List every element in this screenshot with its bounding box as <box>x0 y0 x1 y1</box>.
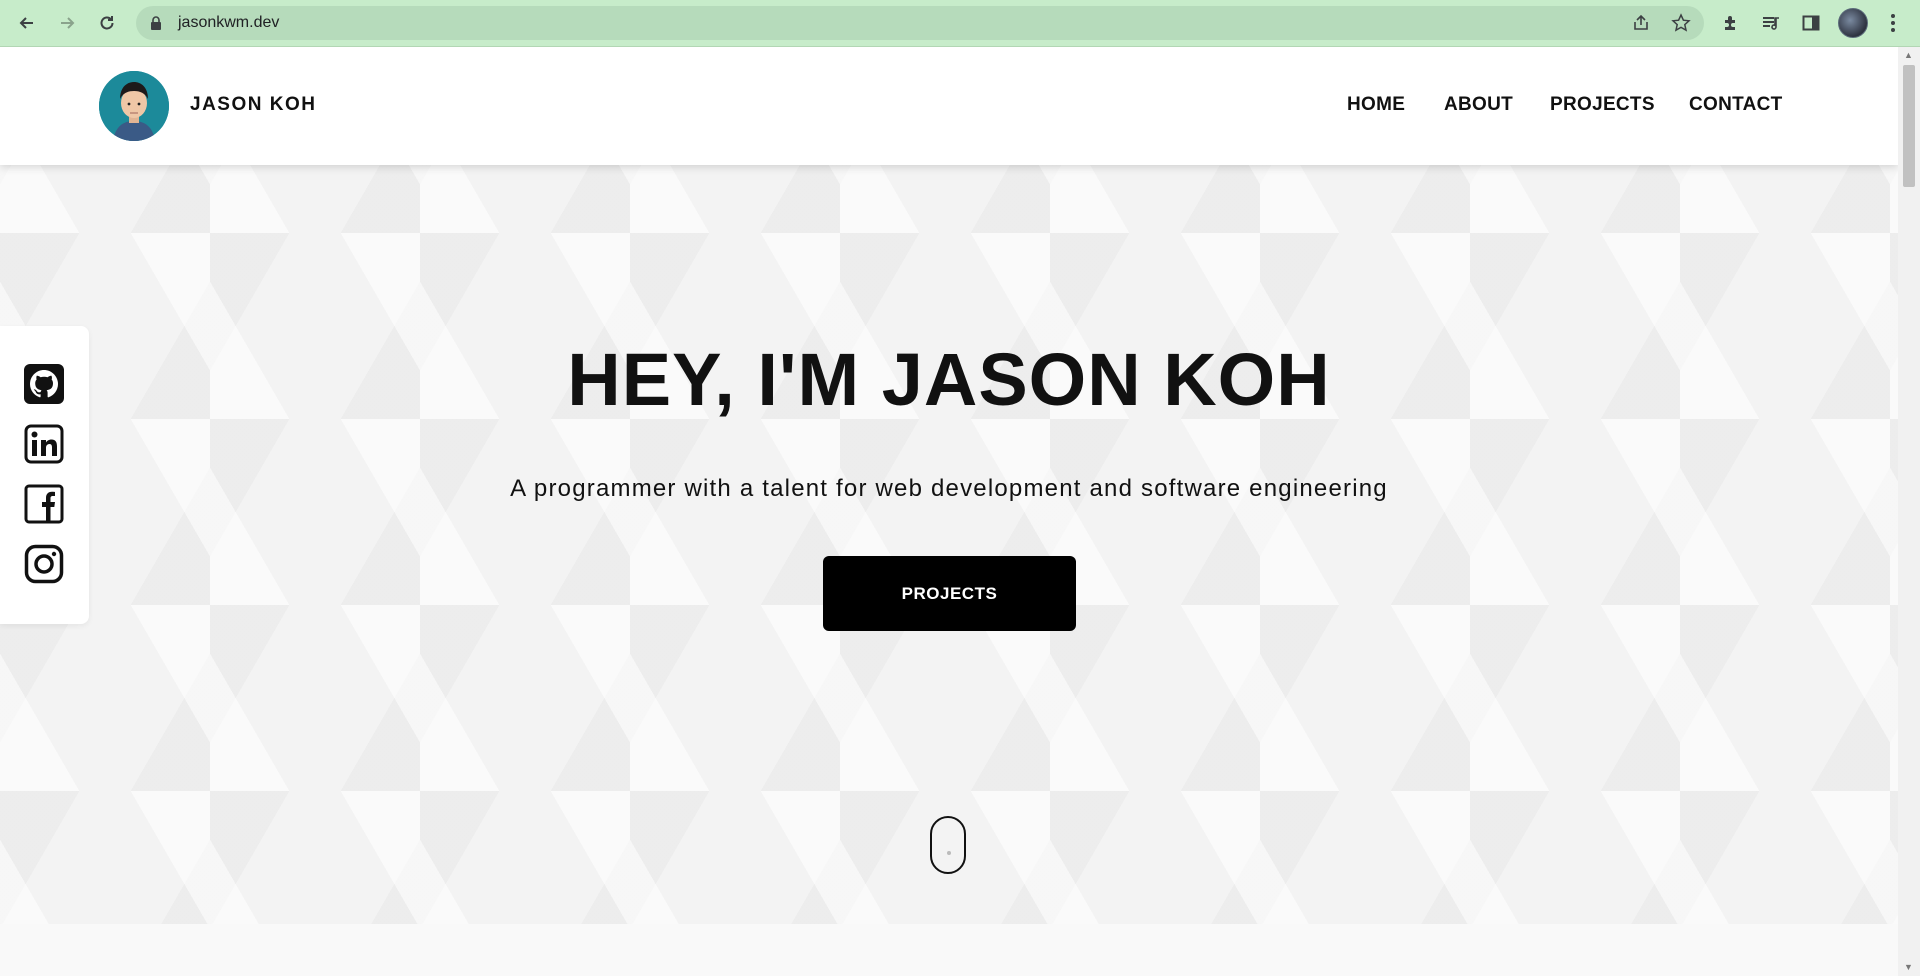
profile-avatar[interactable] <box>1838 8 1868 38</box>
browser-toolbar: jasonkwm.dev <box>0 0 1920 47</box>
scroll-wheel-dot <box>947 851 951 855</box>
next-section <box>0 924 1898 976</box>
page-scrollbar[interactable]: ▲ ▼ <box>1898 47 1920 976</box>
site-header: JASON KOH HOME ABOUT PROJECTS CONTACT <box>0 47 1898 165</box>
nav-home[interactable]: HOME <box>1347 94 1405 116</box>
side-panel-icon[interactable] <box>1798 10 1824 36</box>
url-text: jasonkwm.dev <box>178 14 280 31</box>
nav-contact[interactable]: CONTACT <box>1689 94 1783 116</box>
instagram-icon[interactable] <box>24 544 64 584</box>
media-icon[interactable] <box>1758 10 1784 36</box>
hero-tagline: A programmer with a talent for web devel… <box>510 475 1388 502</box>
scrollbar-thumb[interactable] <box>1903 65 1915 187</box>
share-icon[interactable] <box>1630 12 1652 34</box>
scroll-down-arrow[interactable]: ▼ <box>1904 962 1913 972</box>
lock-icon <box>150 16 162 35</box>
site-brand[interactable]: JASON KOH <box>190 94 316 116</box>
scroll-down-icon[interactable] <box>930 816 966 874</box>
reload-icon[interactable] <box>92 8 122 38</box>
webpage: JASON KOH HOME ABOUT PROJECTS CONTACT HE… <box>0 47 1898 976</box>
extensions-icon[interactable] <box>1718 10 1744 36</box>
hero-headline: HEY, I'M JASON KOH <box>567 338 1331 421</box>
forward-icon[interactable] <box>52 8 82 38</box>
nav-about[interactable]: ABOUT <box>1444 94 1513 116</box>
profile-photo[interactable] <box>99 71 169 141</box>
scroll-up-arrow[interactable]: ▲ <box>1904 50 1913 60</box>
star-icon[interactable] <box>1670 12 1692 34</box>
projects-button[interactable]: PROJECTS <box>823 556 1076 631</box>
address-bar[interactable]: jasonkwm.dev <box>136 6 1704 40</box>
nav-projects[interactable]: PROJECTS <box>1550 94 1655 116</box>
menu-icon[interactable] <box>1880 10 1906 36</box>
back-icon[interactable] <box>12 8 42 38</box>
linkedin-icon[interactable] <box>24 424 64 464</box>
